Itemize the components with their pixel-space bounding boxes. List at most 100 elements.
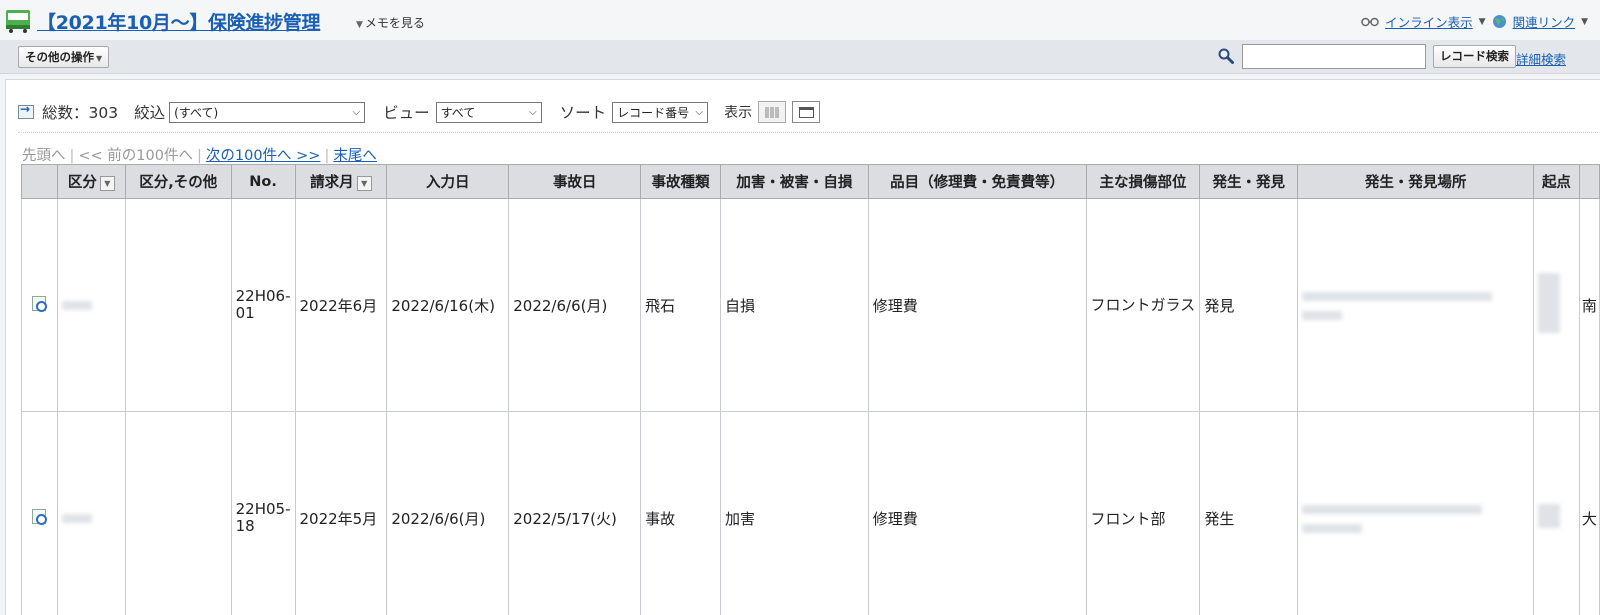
table-cell-blurred [56,198,126,412]
table-cell: 事故 [640,411,721,615]
table-cell: 飛石 [640,198,721,412]
table-cell: 修理費 [867,198,1087,412]
triangle-down-icon[interactable]: ▼ [1581,17,1588,27]
sort-select[interactable]: レコード番号 ⌵ [612,101,709,123]
dropdown-icon[interactable]: ▼ [356,175,372,191]
header-cell[interactable]: 品目（修理費・免責費等） [867,164,1087,199]
table-cell: 2022年5月 [294,411,388,615]
table-cell-blurred [1297,198,1534,412]
related-links-link[interactable]: 関連リンク [1513,12,1576,31]
header-cell[interactable]: No. [230,164,296,199]
view-select[interactable]: すべて ⌵ [435,101,542,123]
redacted-text [61,301,92,310]
redacted-text [1302,291,1493,301]
table-cell: 発見 [1199,198,1299,412]
redacted-text [61,514,92,523]
search-input[interactable] [1242,44,1426,69]
redacted-text [1537,504,1560,528]
app-title[interactable]: 【2021年10月～】保険進捗管理 [37,8,321,35]
table-cell-blurred [56,411,126,615]
record-detail-icon[interactable] [32,508,48,525]
bus-icon [6,10,30,33]
view-label: ビュー [383,104,430,122]
display-label: 表示 [724,105,753,121]
glasses-icon [1361,17,1379,26]
header-cell[interactable]: 入力日 [386,164,510,199]
redacted-text [1302,523,1363,533]
triangle-down-icon: ▼ [356,20,363,30]
chevron-down-icon: ⌵ [529,106,537,118]
header-cell[interactable]: 請求月 ▼ [294,164,388,199]
sort-select-value: レコード番号 [617,105,690,120]
header-cell-icon [21,164,58,199]
filter-select-value: (すべて) [174,105,219,120]
table-cell: 22H05-18 [230,411,296,615]
pager-last[interactable]: 末尾へ [333,148,377,164]
table-cell [124,411,232,615]
pager-next[interactable]: 次の100件へ >> [206,148,321,164]
table-cell: 発生 [1199,411,1299,615]
table-row: 22H06-01 2022年6月 2022/6/16(木) 2022/6/6(月… [21,198,1600,412]
pager: 先頭へ | << 前の100件へ | 次の100件へ >> | 末尾へ [22,144,377,165]
header-cell[interactable]: 事故日 [508,164,642,199]
table-cell: フロント部 [1085,411,1201,615]
advanced-search-link[interactable]: 詳細検索 [1516,49,1566,68]
table-cell: 修理費 [867,411,1087,615]
table-cell: 大 [1578,411,1600,615]
record-detail-icon[interactable] [32,295,48,312]
pager-separator: | [69,148,75,164]
triangle-down-icon[interactable]: ▼ [1479,17,1486,27]
globe-icon [1492,15,1506,28]
record-search-button[interactable]: レコード検索 [1433,45,1516,68]
chevron-down-icon: ⌵ [695,106,704,118]
table-header-row: 区分 ▼ 区分,その他 No. 請求月 ▼ 入力日 事故日 事故種類 加害・被害・自… [21,164,1600,199]
other-actions-label: その他の操作 [25,50,94,64]
table-cell-blurred [1297,411,1534,615]
table-cell-blurred [1532,411,1580,615]
app-header: 【2021年10月～】保険進捗管理 ▼ メモを見る インライン表示 ▼ 関連リンク… [0,0,1600,40]
table-cell: 南 [1578,198,1600,412]
dropdown-icon[interactable]: ▼ [99,175,115,191]
header-cell[interactable]: 発生・発見 [1199,164,1299,199]
table-cell: 自損 [719,198,869,412]
header-cell-extra [1578,164,1600,199]
triangle-down-icon: ▼ [96,54,103,63]
export-arrow-icon[interactable] [18,102,34,119]
table-cell: フロントガラス [1085,198,1201,412]
table-view-button[interactable] [792,101,821,123]
memo-toggle[interactable]: ▼ メモを見る [356,14,425,31]
redacted-text [1302,504,1483,514]
redacted-text [1537,273,1560,333]
pager-first: 先頭へ [22,148,66,164]
redacted-text [1302,310,1343,320]
filter-select[interactable]: (すべて) ⌵ [169,101,366,123]
header-cell[interactable]: 事故種類 [640,164,721,199]
toolbar: その他の操作 ▼ レコード検索 詳細検索 [0,40,1600,74]
divider [18,132,1598,133]
header-cell[interactable]: 主な損傷部位 [1085,164,1201,199]
grid-view-button[interactable] [758,101,787,123]
header-cell[interactable]: 区分,その他 [124,164,232,199]
pager-prev: << 前の100件へ [78,148,193,164]
sort-label: ソート [559,104,607,122]
header-cell[interactable]: 加害・被害・自損 [719,164,869,199]
table-cell: 2022年6月 [294,198,388,412]
inline-view-link[interactable]: インライン表示 [1385,12,1473,31]
row-detail-cell[interactable] [21,198,58,412]
table-cell: 加害 [719,411,869,615]
pager-separator: | [196,148,202,164]
list-controls: 総数：303 絞込 (すべて) ⌵ ビュー すべて ⌵ ソート レコード番号 ⌵… [18,100,821,124]
table-cell: 2022/6/16(木) [386,198,510,412]
header-cell[interactable]: 発生・発見場所 [1297,164,1534,199]
table-cell: 2022/6/6(月) [508,198,642,412]
row-detail-cell[interactable] [21,411,58,615]
header-links: インライン表示 ▼ 関連リンク ▼ [1361,12,1588,31]
chevron-down-icon: ⌵ [352,106,361,118]
header-cell[interactable]: 区分 ▼ [56,164,126,199]
filter-label: 絞込 [134,104,166,122]
other-actions-button[interactable]: その他の操作 ▼ [18,46,110,68]
total-count: 総数：303 [42,104,119,122]
table-cell [124,198,232,412]
grid-icon [765,107,781,118]
header-cell[interactable]: 起点 [1532,164,1580,199]
